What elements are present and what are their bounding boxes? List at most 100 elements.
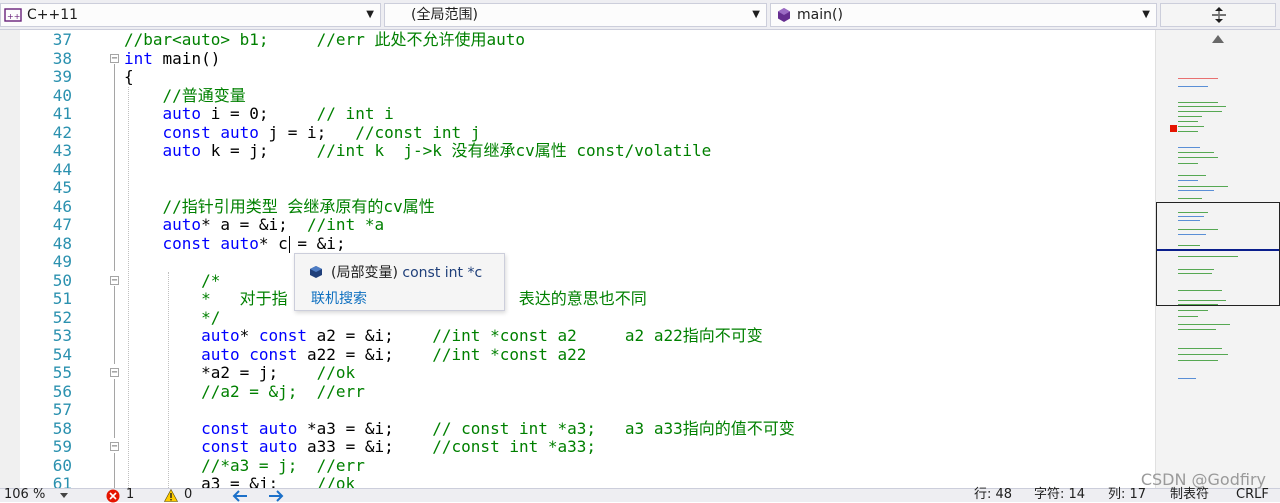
code-line[interactable]: 48 const auto* c = &i; bbox=[0, 234, 1155, 254]
code-text[interactable]: auto k = j; //int k j->k 没有继承cv属性 const/… bbox=[124, 141, 712, 161]
code-text[interactable]: auto* a = &i; //int *a bbox=[124, 215, 385, 235]
chevron-down-icon[interactable]: ▼ bbox=[752, 4, 760, 26]
keyword-token: const bbox=[258, 326, 308, 345]
scroll-map-line bbox=[1178, 186, 1228, 187]
comment-token: //int k j->k 没有继承cv属性 const/volatile bbox=[316, 141, 712, 160]
fold-toggle-icon[interactable]: − bbox=[110, 53, 119, 63]
code-line[interactable]: 45 bbox=[0, 178, 1155, 198]
line-number: 51 bbox=[52, 289, 72, 308]
status-bar: 106 % 1 0 行: 48 字符: 14 列: 17 制表符 CRLF bbox=[0, 487, 1280, 503]
code-text[interactable]: auto const a22 = &i; //int *const a22 bbox=[124, 344, 586, 365]
code-token: a22 = &i; bbox=[297, 344, 433, 364]
code-line[interactable]: 52 */ bbox=[0, 307, 1155, 328]
scroll-up-arrow-icon[interactable] bbox=[1211, 34, 1225, 44]
code-text[interactable]: const auto j = i; //const int j bbox=[124, 122, 481, 143]
arrow-left-icon[interactable] bbox=[232, 490, 248, 502]
code-line[interactable]: 37 //bar<auto> b1; //err 此处不允许使用auto bbox=[0, 30, 1155, 50]
code-line[interactable]: 46 //指针引用类型 会继承原有的cv属性 bbox=[0, 197, 1155, 217]
comment-token: */ bbox=[201, 307, 221, 327]
code-line[interactable]: 51 * 对于指 表达的意思也不同 bbox=[0, 289, 1155, 309]
code-text[interactable]: //指针引用类型 会继承原有的cv属性 bbox=[124, 197, 435, 217]
code-text[interactable]: *a2 = j; //ok bbox=[124, 363, 355, 383]
error-icon[interactable] bbox=[106, 489, 120, 503]
code-editor[interactable]: 37 //bar<auto> b1; //err 此处不允许使用auto 38 int… bbox=[0, 30, 1155, 488]
zoom-dropdown-icon[interactable] bbox=[60, 493, 68, 499]
code-line[interactable]: 60 //*a3 = j; //err bbox=[0, 456, 1155, 476]
fold-toggle-icon[interactable]: − bbox=[110, 275, 119, 285]
code-text[interactable]: //*a3 = j; //err bbox=[124, 456, 365, 476]
code-line[interactable]: 58 const auto *a3 = &i; // const int *a3… bbox=[0, 418, 1155, 439]
code-line[interactable]: 55 *a2 = j; //ok bbox=[0, 363, 1155, 383]
code-text[interactable]: //普通变量 bbox=[124, 86, 246, 106]
variable-cube-icon bbox=[310, 266, 322, 278]
code-text[interactable]: //a2 = &j; //err bbox=[124, 382, 365, 402]
code-line[interactable]: 54 auto const a22 = &i; //int *const a22 bbox=[0, 344, 1155, 365]
zoom-level[interactable]: 106 % bbox=[4, 487, 45, 503]
code-text[interactable]: const auto* c = &i; bbox=[124, 234, 346, 254]
code-text[interactable]: a3 = &j; //ok bbox=[124, 474, 355, 488]
char-indicator[interactable]: 字符: 14 bbox=[1034, 487, 1085, 503]
online-search-link[interactable]: 联机搜索 bbox=[311, 288, 367, 308]
tab-mode-indicator[interactable]: 制表符 bbox=[1170, 487, 1209, 503]
code-line[interactable]: 49 bbox=[0, 252, 1155, 272]
code-line[interactable]: 42 const auto j = i; //const int j bbox=[0, 122, 1155, 143]
code-line[interactable]: 59 const auto a33 = &i; //const int *a33… bbox=[0, 437, 1155, 457]
comment-token: // const int *a3; a3 a33指向的值不可变 bbox=[432, 418, 795, 438]
chevron-down-icon[interactable]: ▼ bbox=[366, 4, 374, 26]
code-token: j = i; bbox=[258, 122, 356, 142]
scope-combo[interactable]: (全局范围) ▼ bbox=[384, 3, 767, 27]
scroll-map-line bbox=[1178, 175, 1206, 176]
code-text[interactable]: auto* const a2 = &i; //int *const a2 a2 … bbox=[124, 326, 763, 346]
project-combo[interactable]: ++ C++11 ▼ bbox=[0, 3, 381, 27]
line-number: 42 bbox=[52, 122, 72, 142]
code-text[interactable]: { bbox=[124, 67, 134, 87]
scroll-map[interactable] bbox=[1155, 30, 1280, 488]
fold-toggle-icon[interactable]: − bbox=[110, 368, 119, 378]
code-line[interactable]: 40 //普通变量 bbox=[0, 86, 1155, 106]
code-line[interactable]: 38 int main() bbox=[0, 49, 1155, 69]
scroll-map-line bbox=[1178, 147, 1200, 148]
line-number: 53 bbox=[52, 326, 72, 345]
line-ending-indicator[interactable]: CRLF bbox=[1236, 487, 1269, 503]
code-text[interactable]: //bar<auto> b1; //err 此处不允许使用auto bbox=[124, 30, 525, 50]
code-line[interactable]: 53 auto* const a2 = &i; //int *const a2 … bbox=[0, 326, 1155, 346]
fold-toggle-icon[interactable]: − bbox=[110, 442, 119, 452]
split-window-button[interactable] bbox=[1160, 3, 1276, 27]
column-indicator[interactable]: 列: 17 bbox=[1108, 487, 1146, 503]
scroll-map-line bbox=[1178, 163, 1198, 164]
keyword-token: const bbox=[162, 122, 211, 142]
arrow-right-icon[interactable] bbox=[268, 490, 284, 502]
code-line[interactable]: 50 /* bbox=[0, 271, 1155, 291]
code-line[interactable]: 56 //a2 = &j; //err bbox=[0, 382, 1155, 402]
text-caret bbox=[289, 235, 290, 253]
line-number: 58 bbox=[52, 418, 72, 438]
code-text[interactable]: auto i = 0; // int i bbox=[124, 104, 394, 124]
member-combo[interactable]: main() ▼ bbox=[770, 3, 1157, 27]
comment-token: // int i bbox=[316, 104, 394, 123]
line-indicator[interactable]: 行: 48 bbox=[974, 487, 1012, 503]
chevron-down-icon[interactable]: ▼ bbox=[1142, 4, 1150, 26]
scroll-map-line bbox=[1178, 126, 1204, 127]
code-text[interactable]: int main() bbox=[124, 49, 220, 69]
code-line[interactable]: 39 { bbox=[0, 67, 1155, 87]
scroll-map-error-marker[interactable] bbox=[1170, 125, 1177, 132]
code-line[interactable]: 57 bbox=[0, 400, 1155, 420]
code-line[interactable]: 44 bbox=[0, 160, 1155, 180]
scroll-map-viewport[interactable] bbox=[1156, 202, 1280, 306]
line-number: 52 bbox=[52, 307, 72, 327]
code-text[interactable]: const auto *a3 = &i; // const int *a3; a… bbox=[124, 418, 795, 439]
navigation-bar: ++ C++11 ▼ (全局范围) ▼ main() ▼ bbox=[0, 0, 1280, 30]
code-text[interactable]: */ bbox=[124, 307, 221, 328]
keyword-token: auto bbox=[201, 344, 240, 364]
code-text[interactable]: const auto a33 = &i; //const int *a33; bbox=[124, 437, 596, 457]
code-line[interactable]: 47 auto* a = &i; //int *a bbox=[0, 215, 1155, 235]
comment-token: //int *a bbox=[307, 215, 385, 234]
warning-icon[interactable] bbox=[164, 489, 178, 502]
code-text[interactable]: /* bbox=[124, 271, 220, 291]
code-line[interactable]: 41 auto i = 0; // int i bbox=[0, 104, 1155, 124]
code-line[interactable]: 43 auto k = j; //int k j->k 没有继承cv属性 con… bbox=[0, 141, 1155, 161]
